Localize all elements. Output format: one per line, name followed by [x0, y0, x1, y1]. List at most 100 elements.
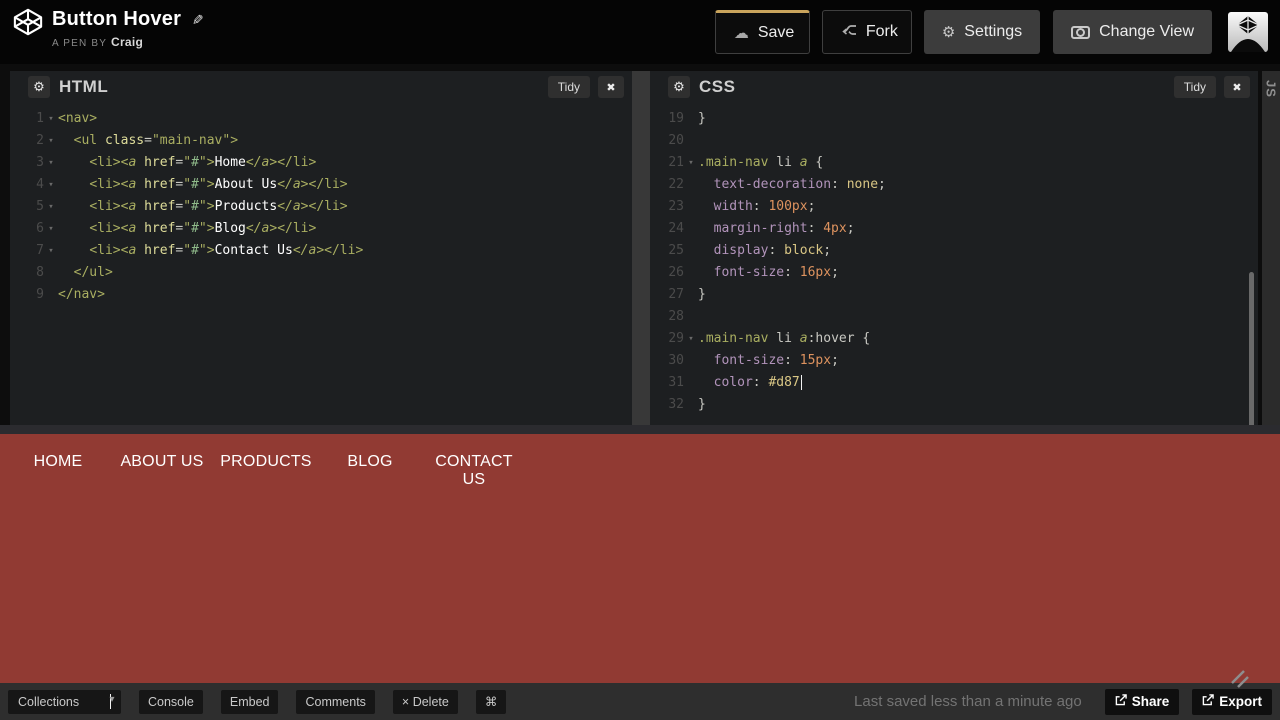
author-link[interactable]: Craig: [111, 35, 143, 49]
code-line[interactable]: 6 ▾ <li><a href="#">Blog</a></li>: [10, 218, 632, 240]
code-line[interactable]: 22 text-decoration: none;: [650, 174, 1258, 196]
delete-button[interactable]: × Delete: [392, 689, 458, 714]
css-panel-header: ⚙ CSS Tidy ✖: [650, 71, 1258, 103]
fold-arrow-icon[interactable]: ▾: [44, 196, 58, 218]
code-line[interactable]: 23 width: 100px;: [650, 196, 1258, 218]
fold-arrow-icon[interactable]: ▾: [684, 328, 698, 350]
fork-button[interactable]: Fork: [821, 10, 912, 54]
code-line[interactable]: 3 ▾ <li><a href="#">Home</a></li>: [10, 152, 632, 174]
code-text: <li><a href="#">Contact Us</a></li>: [89, 243, 364, 258]
fold-arrow-icon[interactable]: ▾: [684, 152, 698, 174]
export-label: Export: [1219, 694, 1262, 709]
fold-gutter: [44, 284, 58, 306]
resize-grip-icon[interactable]: [1228, 667, 1254, 693]
code-text: }: [698, 397, 706, 412]
html-tidy-button[interactable]: Tidy: [547, 76, 590, 98]
collections-dropdown[interactable]: Collections ▾: [8, 689, 121, 714]
css-scrollbar[interactable]: [1249, 272, 1254, 428]
fold-gutter: [44, 262, 58, 284]
line-number: 19: [668, 111, 684, 126]
code-line[interactable]: 5 ▾ <li><a href="#">Products</a></li>: [10, 196, 632, 218]
panel-resize-divider[interactable]: [632, 71, 650, 425]
caret-down-icon: ▾: [109, 694, 115, 709]
code-line[interactable]: 8 </ul>: [10, 262, 632, 284]
header: Button Hover ✎ A PEN BY Craig ☁ Save For…: [0, 0, 1280, 64]
code-text: <li><a href="#">Home</a></li>: [89, 155, 317, 170]
code-line[interactable]: 2 ▾ <ul class="main-nav">: [10, 130, 632, 152]
html-settings-gear-icon[interactable]: ⚙: [28, 76, 50, 98]
code-line[interactable]: 24 margin-right: 4px;: [650, 218, 1258, 240]
code-line[interactable]: 19}: [650, 108, 1258, 130]
code-line[interactable]: 4 ▾ <li><a href="#">About Us</a></li>: [10, 174, 632, 196]
edit-title-icon[interactable]: ✎: [188, 14, 205, 26]
code-line[interactable]: 1 ▾ <nav>: [10, 108, 632, 130]
code-line[interactable]: 28: [650, 306, 1258, 328]
html-close-icon[interactable]: ✖: [598, 76, 624, 98]
code-text: </ul>: [73, 265, 113, 280]
code-line[interactable]: 26 font-size: 16px;: [650, 262, 1258, 284]
code-line[interactable]: 9 </nav>: [10, 284, 632, 306]
code-line[interactable]: 7 ▾ <li><a href="#">Contact Us</a></li>: [10, 240, 632, 262]
code-line[interactable]: 32}: [650, 394, 1258, 416]
preview-nav-link[interactable]: HOME: [8, 453, 108, 489]
preview-nav-link[interactable]: CONTACT US: [424, 453, 524, 489]
pen-title: Button Hover: [52, 8, 182, 30]
settings-label: Settings: [964, 23, 1023, 40]
code-line[interactable]: 27}: [650, 284, 1258, 306]
cloud-icon: ☁: [733, 25, 749, 42]
css-code-editor[interactable]: 19} 20 21 ▾ .main-nav li a {22 text-decorati…: [650, 103, 1258, 425]
css-settings-gear-icon[interactable]: ⚙: [668, 76, 690, 98]
preview-resize-divider[interactable]: [0, 425, 1280, 434]
fold-arrow-icon[interactable]: ▾: [44, 152, 58, 174]
preview-nav-link[interactable]: ABOUT US: [112, 453, 212, 489]
preview-nav-link[interactable]: BLOG: [320, 453, 420, 489]
line-number: 23: [668, 199, 684, 214]
css-tidy-button[interactable]: Tidy: [1173, 76, 1216, 98]
css-panel-title: CSS: [699, 77, 736, 96]
fold-arrow-icon[interactable]: ▾: [44, 218, 58, 240]
code-line[interactable]: 21 ▾ .main-nav li a {: [650, 152, 1258, 174]
settings-button[interactable]: ⚙ Settings: [923, 10, 1041, 54]
fold-gutter: [684, 372, 698, 394]
fold-gutter: [684, 130, 698, 152]
fold-arrow-icon[interactable]: ▾: [44, 174, 58, 196]
fold-arrow-icon[interactable]: ▾: [44, 130, 58, 152]
line-number: 2: [36, 133, 44, 148]
code-text: <nav>: [58, 111, 98, 126]
comments-button[interactable]: Comments: [296, 689, 375, 714]
line-number: 27: [668, 287, 684, 302]
line-number: 24: [668, 221, 684, 236]
line-number: 21: [668, 155, 684, 170]
save-button[interactable]: ☁ Save: [714, 10, 810, 54]
js-panel-tab[interactable]: JS: [1262, 71, 1280, 425]
line-number: 29: [668, 331, 684, 346]
css-close-icon[interactable]: ✖: [1224, 76, 1250, 98]
code-text: font-size: 16px;: [713, 265, 839, 280]
fold-arrow-icon[interactable]: ▾: [44, 108, 58, 130]
code-text: .main-nav li a:hover {: [698, 331, 871, 346]
change-view-button[interactable]: Change View: [1053, 10, 1212, 54]
share-label: Share: [1131, 694, 1170, 709]
code-line[interactable]: 25 display: block;: [650, 240, 1258, 262]
share-button[interactable]: Share: [1104, 688, 1180, 715]
codepen-logo[interactable]: [13, 7, 43, 37]
code-text: width: 100px;: [713, 199, 816, 214]
embed-button[interactable]: Embed: [220, 689, 279, 714]
avatar[interactable]: [1228, 12, 1268, 52]
fold-arrow-icon[interactable]: ▾: [44, 240, 58, 262]
code-line[interactable]: 31 color: #d87: [650, 372, 1258, 394]
preview-nav-link[interactable]: PRODUCTS: [216, 453, 316, 489]
keyboard-shortcuts-button[interactable]: ⌘: [475, 689, 507, 714]
line-number: 7: [36, 243, 44, 258]
fold-gutter: [684, 240, 698, 262]
html-code-editor[interactable]: 1 ▾ <nav> 2 ▾ <ul class="main-nav"> 3 ▾ <li><a…: [10, 103, 632, 425]
code-line[interactable]: 30 font-size: 15px;: [650, 350, 1258, 372]
html-panel-header: ⚙ HTML Tidy ✖: [10, 71, 632, 103]
line-number: 9: [36, 287, 44, 302]
line-number: 1: [36, 111, 44, 126]
line-number: 4: [36, 177, 44, 192]
code-line[interactable]: 29 ▾ .main-nav li a:hover {: [650, 328, 1258, 350]
console-button[interactable]: Console: [139, 689, 203, 714]
code-line[interactable]: 20: [650, 130, 1258, 152]
code-text: <li><a href="#">About Us</a></li>: [89, 177, 348, 192]
